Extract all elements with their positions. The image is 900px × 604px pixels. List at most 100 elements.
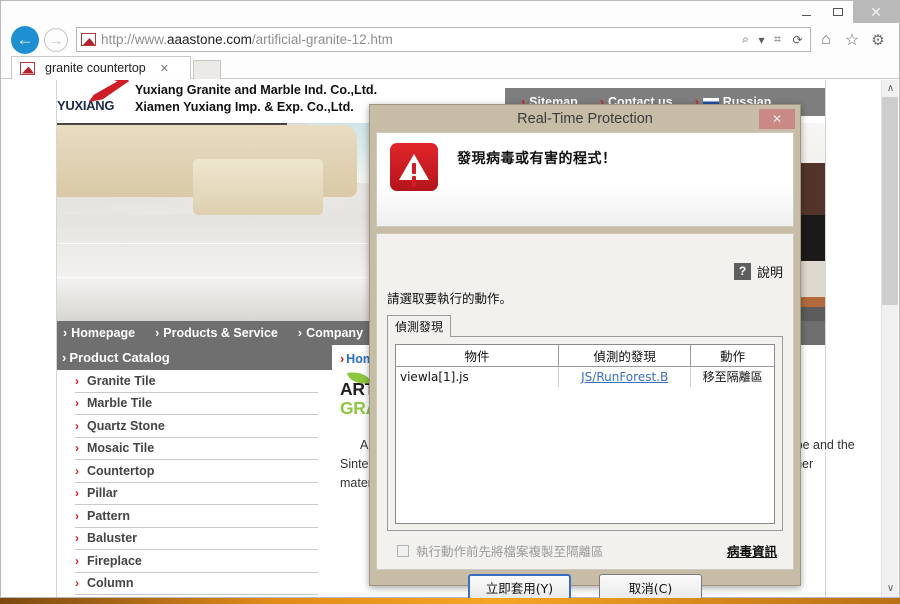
tab-detection-findings[interactable]: 偵測發現	[387, 315, 452, 337]
yuxiang-logo[interactable]: YUXIANG	[57, 80, 135, 123]
nav-item-products-service[interactable]: Products & Service	[149, 326, 292, 340]
detection-listbox[interactable]: 物件 偵測的發現 動作 viewla[1].js JS/RunForest.B …	[395, 344, 775, 524]
help-question-icon[interactable]: ?	[733, 262, 751, 280]
chevron-right-icon: ›	[75, 508, 79, 523]
chevron-down-icon[interactable]: ▾	[757, 30, 766, 49]
sidebar-item-label: Granite Tile	[87, 373, 156, 388]
tab-granite-countertop[interactable]: granite countertop ✕	[11, 56, 191, 79]
warning-message: 發現病毒或有害的程式！	[457, 151, 617, 167]
cell-threat: JS/RunForest.B	[558, 366, 692, 387]
page-scrollbar[interactable]: ∧ ∨	[881, 80, 898, 597]
sidebar-item-label: Baluster	[87, 531, 138, 546]
close-icon: ✕	[771, 112, 783, 126]
sidebar-item-marble-tile[interactable]: › Marble Tile	[75, 393, 318, 415]
sidebar-item-label: Pattern	[87, 508, 131, 523]
sidebar-item-baluster[interactable]: › Baluster	[75, 528, 318, 550]
sidebar-item-label: Pillar	[87, 486, 118, 501]
column-header-detection[interactable]: 偵測的發現	[558, 345, 692, 367]
sidebar-item-label: Mosaic Tile	[87, 441, 155, 456]
refresh-icon[interactable]: ⟳	[789, 30, 806, 49]
table-row[interactable]: viewla[1].js JS/RunForest.B 移至隔離區	[396, 366, 774, 387]
dialog-title: Real-Time Protection	[517, 110, 653, 127]
search-icon[interactable]: ⌕	[737, 30, 754, 49]
dialog-titlebar: Real-Time Protection ✕	[370, 105, 800, 132]
checkbox-label: 執行動作前先將檔案複製至隔離區	[416, 544, 604, 559]
window-controls: ✕	[791, 1, 899, 23]
sidebar-item-pattern[interactable]: › Pattern	[75, 505, 318, 528]
desktop-taskbar-strip	[0, 598, 900, 604]
scroll-down-button[interactable]: ∨	[882, 580, 898, 597]
detection-tab-panel: 物件 偵測的發現 動作 viewla[1].js JS/RunForest.B …	[387, 336, 783, 531]
browser-navbar: ← → http://www.aaastone.com/artificial-g…	[1, 23, 899, 56]
favorites-star-icon[interactable]: ☆	[841, 29, 863, 51]
compatibility-view-icon[interactable]: ⌗	[769, 30, 786, 49]
sidebar-item-countertop[interactable]: › Countertop	[75, 460, 318, 483]
chevron-right-icon: ›	[75, 576, 79, 591]
chevron-right-icon: ›	[75, 418, 79, 433]
url-scheme: http://www.	[101, 32, 168, 47]
tab-label: granite countertop	[45, 61, 146, 75]
table-header-row: 物件 偵測的發現 動作	[396, 345, 774, 367]
scroll-up-button[interactable]: ∧	[882, 80, 898, 97]
column-header-action[interactable]: 動作	[690, 345, 774, 367]
chevron-right-icon: ›	[75, 373, 79, 388]
help-label[interactable]: 說明	[757, 262, 783, 281]
virus-info-link[interactable]: 病毒資訊	[727, 541, 777, 560]
company-names: Yuxiang Granite and Marble Ind. Co.,Ltd.…	[135, 80, 377, 116]
sidebar-item-label: Column	[87, 576, 134, 591]
forward-button[interactable]: →	[44, 27, 68, 52]
close-icon: ✕	[870, 4, 882, 20]
threat-link[interactable]: JS/RunForest.B	[581, 370, 668, 384]
sidebar: Product Catalog › Granite Tile › Marble Ti…	[57, 345, 332, 595]
checkbox-box-icon[interactable]	[397, 544, 409, 557]
address-bar[interactable]: http://www.aaastone.com/artificial-grani…	[76, 27, 811, 52]
minimize-icon	[802, 14, 811, 16]
sidebar-item-pillar[interactable]: › Pillar	[75, 483, 318, 505]
dialog-close-button[interactable]: ✕	[759, 109, 795, 129]
copy-to-quarantine-checkbox[interactable]: 執行動作前先將檔案複製至隔離區	[397, 541, 604, 560]
chevron-right-icon: ›	[75, 463, 79, 478]
maximize-icon	[832, 8, 843, 16]
sidebar-item-label: Quartz Stone	[87, 418, 165, 433]
sidebar-item-quartz-stone[interactable]: › Quartz Stone	[75, 415, 318, 438]
instruction-text: 請選取要執行的動作。	[387, 291, 513, 306]
column-header-object[interactable]: 物件	[396, 345, 560, 367]
tab-close-icon[interactable]: ✕	[156, 62, 173, 75]
sidebar-item-fireplace[interactable]: › Fireplace	[75, 550, 318, 573]
banner-ottoman	[193, 159, 323, 215]
dialog-button-row: 立即套用(Y) 取消(C)	[387, 574, 783, 600]
tab-favicon-icon	[20, 61, 35, 75]
site-favicon-icon	[81, 33, 96, 46]
gear-icon[interactable]: ⚙	[867, 29, 889, 51]
help-row[interactable]: ? 說明	[387, 260, 783, 282]
nav-item-company[interactable]: Company	[292, 326, 377, 340]
sidebar-item-label: Countertop	[87, 463, 155, 478]
cell-object: viewla[1].js	[396, 366, 560, 387]
browser-titlebar: ✕	[1, 1, 899, 23]
chevron-right-icon: ›	[75, 553, 79, 568]
apply-now-button[interactable]: 立即套用(Y)	[468, 574, 571, 600]
cell-action[interactable]: 移至隔離區	[691, 367, 774, 387]
home-icon[interactable]: ⌂	[815, 29, 837, 51]
sidebar-item-column[interactable]: › Column	[75, 573, 318, 595]
minimize-button[interactable]	[791, 1, 822, 23]
chevron-right-icon: ›	[75, 531, 79, 546]
sidebar-catalog-header: Product Catalog	[57, 345, 332, 370]
address-bar-icons: ⌕ ▾ ⌗ ⟳	[737, 30, 808, 49]
chevron-right-icon: ›	[75, 396, 79, 411]
url-host: aaastone.com	[167, 32, 252, 47]
detection-table: 物件 偵測的發現 動作 viewla[1].js JS/RunForest.B …	[396, 345, 774, 387]
sidebar-item-mosaic-tile[interactable]: › Mosaic Tile	[75, 438, 318, 460]
cancel-button[interactable]: 取消(C)	[599, 574, 702, 600]
new-tab-button[interactable]	[193, 60, 221, 79]
chevron-right-icon: ›	[75, 441, 79, 456]
nav-item-homepage[interactable]: Homepage	[57, 326, 149, 340]
maximize-button[interactable]	[822, 1, 853, 23]
back-button[interactable]: ←	[11, 25, 39, 54]
chevron-right-icon: ›	[75, 486, 79, 501]
dialog-tabs: 偵測發現	[387, 315, 783, 337]
url-input[interactable]: http://www.aaastone.com/artificial-grani…	[101, 32, 737, 47]
sidebar-item-granite-tile[interactable]: › Granite Tile	[75, 370, 318, 393]
close-button[interactable]: ✕	[853, 1, 899, 23]
scrollbar-thumb[interactable]	[882, 97, 898, 305]
